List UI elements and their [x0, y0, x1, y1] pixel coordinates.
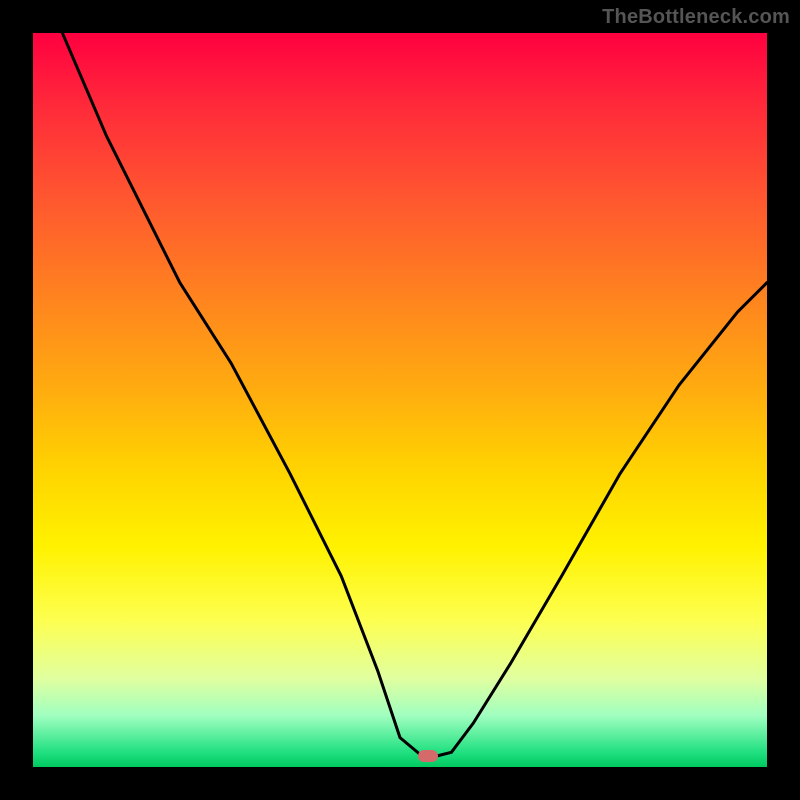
chart-frame: TheBottleneck.com	[0, 0, 800, 800]
minimum-marker	[418, 750, 438, 762]
watermark-text: TheBottleneck.com	[602, 6, 790, 29]
bottleneck-curve	[33, 33, 767, 767]
curve-path	[62, 33, 767, 756]
plot-area	[33, 33, 767, 767]
